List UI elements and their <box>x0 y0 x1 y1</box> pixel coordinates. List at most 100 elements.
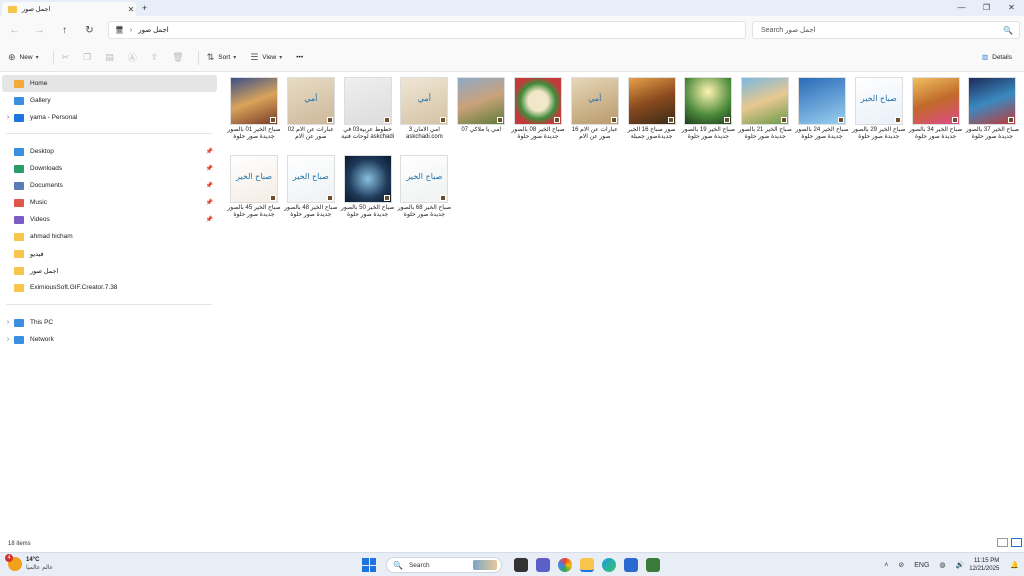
address-bar-row: ← → ↑ ↻ 🖥 › اجمل صور Search اجمل صور 🔍 <box>0 16 1024 44</box>
address-field[interactable]: 🖥 › اجمل صور <box>108 21 746 39</box>
sidebar-item[interactable]: ahmad hicham <box>2 228 217 245</box>
file-item[interactable]: صباح الخير 37 بالصور جديدة صور حلوة <box>966 77 1019 141</box>
expand-chevron-icon[interactable]: › <box>2 319 14 326</box>
expand-chevron-icon[interactable]: › <box>2 336 14 343</box>
sidebar-item[interactable]: › yama - Personal <box>2 109 217 126</box>
task-view-icon[interactable] <box>514 558 528 572</box>
thumbnail-view-toggle[interactable] <box>1011 538 1022 547</box>
taskbar-search[interactable]: 🔍 Search <box>386 557 502 573</box>
file-name: صباح الخير 08 بالصور جديدة صور حلوة <box>511 127 565 140</box>
globe-icon[interactable]: ◍ <box>939 561 945 569</box>
details-button[interactable]: ▥ Details <box>982 53 1012 62</box>
start-button[interactable] <box>362 558 376 572</box>
app-icon[interactable] <box>646 558 660 572</box>
chevron-right-icon[interactable]: › <box>130 27 132 34</box>
details-view-toggle[interactable] <box>997 538 1008 547</box>
file-item[interactable]: صباح الخير 34 بالصور جديدة صور حلوة <box>909 77 962 141</box>
image-type-icon <box>610 117 617 123</box>
folder-icon <box>8 5 17 13</box>
file-item[interactable]: صور صباح 16 الخير جديدةصور جميلة <box>626 77 678 141</box>
back-button[interactable]: ← <box>2 25 27 36</box>
rename-icon: Ⓐ <box>127 53 137 63</box>
rename-button[interactable]: Ⓐ <box>128 51 141 64</box>
file-item[interactable]: أمي عبارات عن الام 02 صور عن الام <box>285 77 337 141</box>
new-button[interactable]: ⊕ New ▾ <box>8 52 43 63</box>
chrome-icon[interactable] <box>558 558 572 572</box>
store-icon[interactable] <box>624 558 638 572</box>
file-item[interactable]: أمي عبارات عن الام 16 صور عن الام <box>569 77 621 141</box>
image-thumbnail: أمي <box>286 77 335 125</box>
sidebar-item[interactable]: اجمل صور <box>2 262 217 279</box>
refresh-button[interactable]: ↻ <box>77 25 102 36</box>
file-name: خطوط عربية03 في لوحات فنية askchadi <box>341 127 395 140</box>
search-input[interactable]: Search اجمل صور 🔍 <box>752 21 1020 39</box>
forward-button[interactable]: → <box>27 25 52 36</box>
expand-chevron-icon[interactable]: › <box>2 114 14 121</box>
new-tab-button[interactable]: + <box>142 3 147 13</box>
search-placeholder: Search اجمل صور <box>761 27 816 34</box>
sidebar-item[interactable]: Desktop 📌 <box>2 143 217 160</box>
sidebar-item[interactable]: Music 📌 <box>2 194 217 211</box>
file-item[interactable]: صباح الخير صباح الخير 29 بالصور جديدة صور… <box>852 77 905 141</box>
close-window-button[interactable]: ✕ <box>999 0 1024 16</box>
sort-icon: ⇅ <box>206 52 215 62</box>
chevron-up-icon[interactable]: ˄ <box>884 562 888 569</box>
sidebar-item-label: Videos <box>30 216 50 223</box>
sidebar-item[interactable]: Downloads 📌 <box>2 160 217 177</box>
file-name: امي يا ملاكي 07 <box>461 127 502 133</box>
file-item[interactable]: صباح الخير 19 بالصور جديدة صور حلوة <box>682 77 735 141</box>
file-item[interactable]: صباح الخير 08 بالصور جديدة صور حلوة <box>511 77 565 141</box>
file-name: عبارات عن الام 02 صور عن الام <box>287 127 334 140</box>
share-button[interactable]: ⇪ <box>151 52 163 63</box>
minimize-button[interactable]: — <box>949 0 974 16</box>
file-item[interactable]: صباح الخير 50 بالصور جديدة صور حلوة <box>341 155 394 219</box>
volume-icon[interactable]: 🔊 <box>956 561 965 569</box>
clock[interactable]: 11:15 PM 12/21/2025 <box>969 557 999 573</box>
sort-button[interactable]: ⇅ Sort ▾ <box>207 52 240 63</box>
weather-location: عالم عالميا <box>26 565 54 571</box>
notification-bell-icon[interactable]: 🔔 <box>1010 561 1019 569</box>
view-label: View <box>262 54 277 61</box>
network-off-icon[interactable]: ⊘ <box>898 561 904 569</box>
edge-icon[interactable] <box>602 558 616 572</box>
file-item[interactable]: خطوط عربية03 في لوحات فنية askchadi <box>341 77 395 141</box>
tab-current[interactable]: اجمل صور ✕ <box>2 1 136 17</box>
language-indicator[interactable]: ENG <box>914 562 929 569</box>
file-item[interactable]: صباح الخير 21 بالصور جديدة صور حلوة <box>739 77 792 141</box>
more-button[interactable]: ••• <box>296 54 303 61</box>
sidebar-item[interactable]: EximiousSoft.GIF.Creator.7.38 <box>2 279 217 296</box>
teams-icon[interactable] <box>536 558 550 572</box>
file-item[interactable]: صباح الخير صباح الخير 68 بالصور جديدة صور… <box>398 155 451 219</box>
sidebar-item[interactable]: › Network <box>2 331 217 348</box>
file-item[interactable]: صباح الخير صباح الخير 45 بالصور جديدة صور… <box>227 155 281 219</box>
view-button[interactable]: ☰ View ▾ <box>250 52 286 63</box>
sidebar-item[interactable]: فيديو <box>2 245 217 262</box>
file-item[interactable]: امي يا ملاكي 07 <box>455 77 507 134</box>
sidebar-item[interactable]: Documents 📌 <box>2 177 217 194</box>
sidebar-item-label: This PC <box>30 319 54 326</box>
weather-widget[interactable]: 4 14°C عالم عالميا <box>5 554 54 572</box>
maximize-button[interactable]: ❐ <box>974 0 999 16</box>
image-type-icon <box>440 195 447 201</box>
cut-button[interactable]: ✂ <box>62 52 74 63</box>
sidebar-item[interactable]: › This PC <box>2 314 217 331</box>
file-explorer-icon[interactable] <box>580 558 594 572</box>
delete-button[interactable]: 🗑 <box>172 52 187 63</box>
file-item[interactable]: صباح الخير 01 بالصور جديدة صور حلوة <box>227 77 281 141</box>
thumbnail-text: أمي <box>417 94 431 103</box>
sidebar-item[interactable]: Gallery <box>2 92 217 109</box>
file-name: صباح الخير 45 بالصور جديدة صور حلوة <box>227 205 281 218</box>
copy-button[interactable]: ❐ <box>83 52 95 63</box>
sidebar-item[interactable]: Home <box>2 75 217 92</box>
folder-icon <box>14 266 24 275</box>
paste-button[interactable]: ▤ <box>105 52 118 63</box>
file-item[interactable]: صباح الخير 24 بالصور جديدة صور حلوة <box>795 77 849 141</box>
sidebar-item[interactable]: Videos 📌 <box>2 211 217 228</box>
up-button[interactable]: ↑ <box>52 25 77 36</box>
file-item[interactable]: أمي امي الامان 3 askchadi.com <box>398 77 450 141</box>
image-type-icon <box>326 117 333 123</box>
image-type-icon <box>838 117 844 123</box>
image-thumbnail <box>911 77 960 125</box>
close-tab-icon[interactable]: ✕ <box>126 5 136 14</box>
file-item[interactable]: صباح الخير صباح الخير 48 بالصور جديدة صور… <box>284 155 337 219</box>
